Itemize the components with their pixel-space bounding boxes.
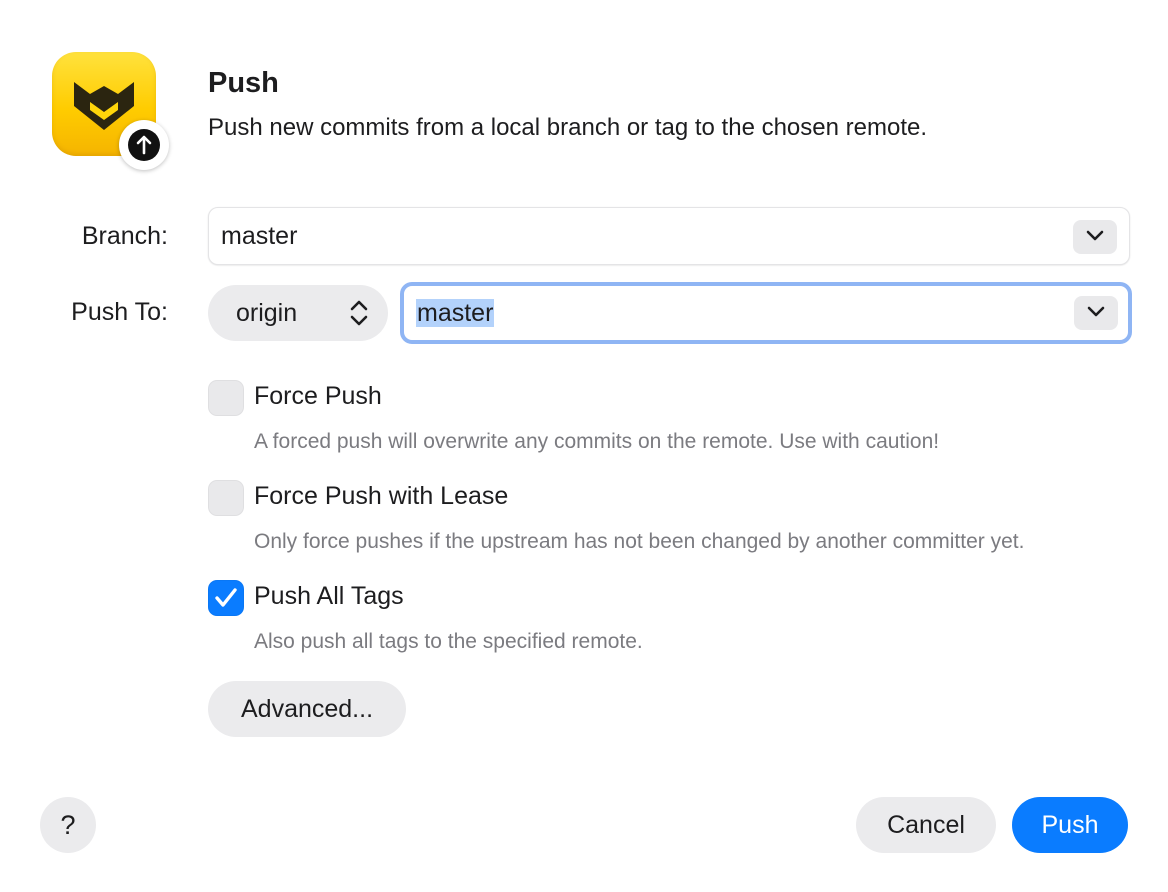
target-branch-combobox[interactable]: master xyxy=(400,282,1132,344)
branch-label: Branch: xyxy=(81,222,168,250)
chevron-down-icon xyxy=(1087,306,1105,317)
force-push-checkbox[interactable] xyxy=(208,380,244,416)
help-button[interactable]: ? xyxy=(40,797,96,853)
force-push-lease-checkbox[interactable] xyxy=(208,480,244,516)
push-to-label: Push To: xyxy=(71,298,168,326)
target-branch-input[interactable]: master xyxy=(416,299,495,328)
push-dialog: Push Push new commits from a local branc… xyxy=(0,0,1168,892)
remote-popup-button[interactable]: origin xyxy=(208,285,388,341)
force-push-lease-label[interactable]: Force Push with Lease xyxy=(254,482,508,511)
push-button[interactable]: Push xyxy=(1012,797,1128,853)
remote-value: origin xyxy=(236,299,298,327)
force-push-label[interactable]: Force Push xyxy=(254,382,382,411)
force-push-description: A forced push will overwrite any commits… xyxy=(254,430,940,453)
advanced-button[interactable]: Advanced... xyxy=(208,681,406,737)
chevron-down-icon xyxy=(1086,230,1104,241)
push-badge xyxy=(119,120,169,170)
branch-dropdown-button[interactable] xyxy=(1073,220,1117,254)
branch-combobox[interactable]: master xyxy=(208,207,1130,265)
force-push-lease-description: Only force pushes if the upstream has no… xyxy=(254,530,1025,553)
arrow-up-circle-icon xyxy=(128,129,160,161)
checkmark-icon xyxy=(215,588,237,607)
branch-value[interactable]: master xyxy=(221,222,297,251)
target-branch-selected-text: master xyxy=(416,299,495,327)
dialog-title: Push xyxy=(208,67,279,99)
target-branch-dropdown-button[interactable] xyxy=(1074,296,1118,330)
up-down-chevron-icon xyxy=(350,300,368,326)
push-all-tags-checkbox[interactable] xyxy=(208,580,244,616)
dialog-subtitle: Push new commits from a local branch or … xyxy=(208,114,928,141)
push-all-tags-description: Also push all tags to the specified remo… xyxy=(254,630,643,653)
cancel-button[interactable]: Cancel xyxy=(856,797,996,853)
push-all-tags-label[interactable]: Push All Tags xyxy=(254,582,404,611)
